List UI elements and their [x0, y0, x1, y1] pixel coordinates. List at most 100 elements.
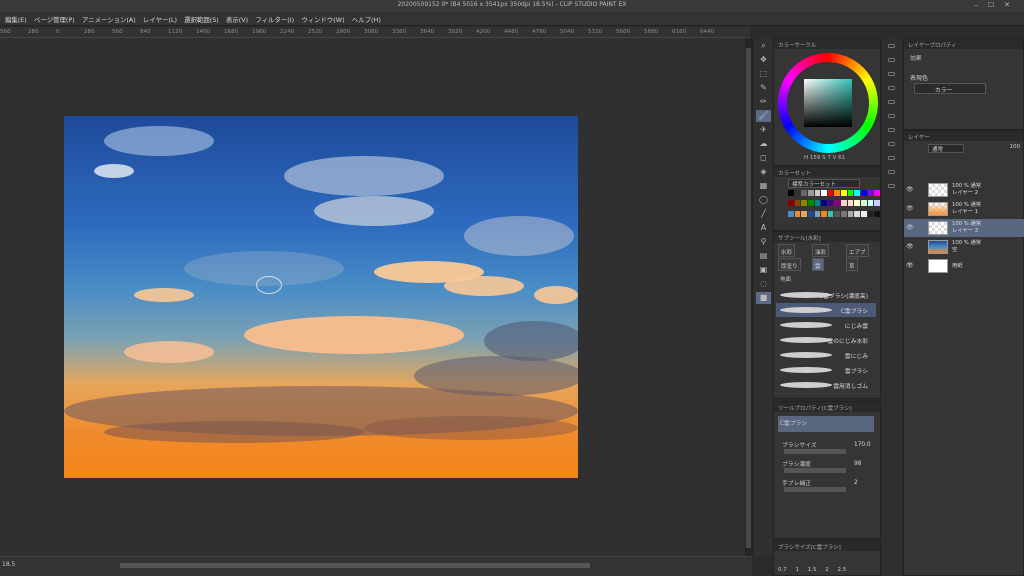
brush-size-value[interactable]: 170.0 [854, 442, 871, 448]
main-color-swatch-icon[interactable]: ■ [756, 292, 771, 304]
brush-size-preset[interactable]: 1.5 [808, 567, 817, 573]
blend-mode-dropdown[interactable]: 通常 [928, 144, 964, 153]
window-controls[interactable]: –☐✕ [974, 1, 1020, 9]
color-swatch[interactable] [874, 200, 880, 207]
color-swatch[interactable] [834, 200, 841, 207]
brush-item[interactable]: にじみ雲 [776, 318, 876, 332]
layer-row[interactable]: 👁 100 % 通常 レイヤー 3 [904, 219, 1024, 237]
color-swatch[interactable] [801, 200, 807, 207]
layer-opacity[interactable]: 100 [1010, 144, 1021, 150]
color-swatch[interactable] [807, 210, 814, 217]
brush-item[interactable]: 雲のにじみ水彩 [776, 333, 876, 347]
brush-size-presets[interactable]: 0.7 1 1.5 2 2.5 [778, 567, 846, 573]
pencil-tool-icon[interactable]: ✏ [756, 96, 771, 108]
blend-tool-icon[interactable]: ☁ [756, 138, 771, 150]
material-icon[interactable]: ▭ [884, 152, 899, 164]
tab-thick-paint[interactable]: 厚塗り [778, 258, 801, 271]
material-icon[interactable]: ▭ [884, 124, 899, 136]
tab-grass[interactable]: 草 [846, 258, 858, 271]
brush-item[interactable]: C雲ブラシ [776, 303, 876, 317]
color-swatch[interactable] [794, 200, 801, 207]
color-swatch[interactable] [814, 200, 821, 207]
brush-size-preset[interactable]: 2 [825, 567, 829, 573]
stabilize-value[interactable]: 2 [854, 480, 858, 486]
color-swatch[interactable] [867, 210, 874, 217]
brush-density-slider[interactable] [784, 468, 846, 473]
material-icon[interactable]: ▭ [884, 96, 899, 108]
brush-item[interactable]: C雲ブラシ(濃度高) [776, 288, 876, 302]
eraser-tool-icon[interactable]: ◻ [756, 152, 771, 164]
expression-color-dropdown[interactable]: カラー [914, 83, 986, 94]
figure-tool-icon[interactable]: ◯ [756, 194, 771, 206]
text-tool-icon[interactable]: A [756, 222, 771, 234]
tab-airbrush[interactable]: エアブ [846, 244, 869, 257]
color-swatch[interactable] [854, 190, 861, 196]
brush-size-slider[interactable] [784, 449, 846, 454]
fill-tool-icon[interactable]: ◈ [756, 166, 771, 178]
material-icon[interactable]: ▭ [884, 166, 899, 178]
color-swatch[interactable] [827, 190, 834, 196]
menu-animation[interactable]: アニメーション(A) [82, 15, 136, 24]
color-swatch[interactable] [807, 190, 814, 196]
color-swatch[interactable] [814, 210, 821, 217]
frame-tool-icon[interactable]: ▣ [756, 264, 771, 276]
color-swatch[interactable] [801, 190, 807, 196]
color-swatch[interactable] [854, 200, 861, 207]
brush-size-preset[interactable]: 2.5 [838, 567, 847, 573]
brush-item[interactable]: 雲ブラシ [776, 363, 876, 377]
menu-view[interactable]: 表示(V) [226, 15, 248, 24]
color-wheel[interactable] [778, 53, 878, 153]
horizontal-scrollbar[interactable] [120, 563, 590, 568]
layer-row[interactable]: 👁 用紙 [904, 257, 1024, 275]
material-icon[interactable]: ▭ [884, 138, 899, 150]
eyedropper-tool-icon[interactable]: ⚲ [756, 236, 771, 248]
layer-row[interactable]: 👁 100 % 通常 レイヤー 2 [904, 181, 1024, 199]
brush-size-preset[interactable]: 1 [796, 567, 800, 573]
material-icon[interactable]: ▭ [884, 68, 899, 80]
color-swatch[interactable] [867, 190, 874, 196]
material-icon[interactable]: ▭ [884, 82, 899, 94]
color-swatch[interactable] [861, 190, 867, 196]
color-swatch[interactable] [827, 210, 834, 217]
menu-edit[interactable]: 編集(E) [5, 15, 27, 24]
color-swatch[interactable] [861, 210, 867, 217]
material-icon[interactable]: ▭ [884, 54, 899, 66]
color-swatch[interactable] [821, 200, 827, 207]
line-tool-icon[interactable]: ╱ [756, 208, 771, 220]
color-swatch[interactable] [788, 200, 794, 207]
color-swatch[interactable] [821, 190, 827, 196]
color-swatch[interactable] [834, 210, 841, 217]
color-swatch[interactable] [794, 190, 801, 196]
color-set-dropdown[interactable]: 標準カラーセット [788, 179, 860, 188]
canvas-vertical-scrollbar[interactable] [745, 38, 752, 556]
material-icon[interactable]: ▭ [884, 180, 899, 192]
saturation-value-square[interactable] [804, 79, 852, 127]
color-swatch[interactable] [801, 210, 807, 217]
menu-selection[interactable]: 選択範囲(S) [184, 15, 219, 24]
menu-filter[interactable]: フィルター(I) [255, 15, 294, 24]
color-swatch[interactable] [847, 190, 854, 196]
brush-item[interactable]: 雲用消しゴム [776, 378, 876, 392]
scrollbar-thumb[interactable] [746, 48, 751, 548]
color-swatch[interactable] [827, 200, 834, 207]
zoom-level[interactable]: 18.5 [2, 561, 15, 568]
zoom-tool-icon[interactable]: ⌕ [756, 40, 771, 52]
airbrush-tool-icon[interactable]: ✈ [756, 124, 771, 136]
navigator-icon[interactable]: ▭ [884, 40, 899, 52]
color-swatches[interactable] [788, 190, 880, 220]
tab-cloud[interactable]: 雲 [812, 258, 824, 271]
color-swatch[interactable] [874, 190, 880, 196]
color-swatch[interactable] [874, 210, 880, 217]
color-swatch[interactable] [788, 190, 794, 196]
layer-row[interactable]: 👁 100 % 通常 レイヤー 1 [904, 200, 1024, 218]
move-tool-icon[interactable]: ✥ [756, 54, 771, 66]
brush-item[interactable]: 雲にじみ [776, 348, 876, 362]
eye-icon[interactable]: 👁 [906, 243, 914, 250]
layer-row[interactable]: 👁 100 % 通常空 [904, 238, 1024, 256]
color-swatch[interactable] [794, 210, 801, 217]
tab-oil[interactable]: 油彩 [812, 244, 830, 257]
color-swatch[interactable] [854, 210, 861, 217]
menu-layer[interactable]: レイヤー(L) [143, 15, 177, 24]
eye-icon[interactable]: 👁 [906, 205, 914, 212]
eye-icon[interactable]: 👁 [906, 262, 914, 269]
